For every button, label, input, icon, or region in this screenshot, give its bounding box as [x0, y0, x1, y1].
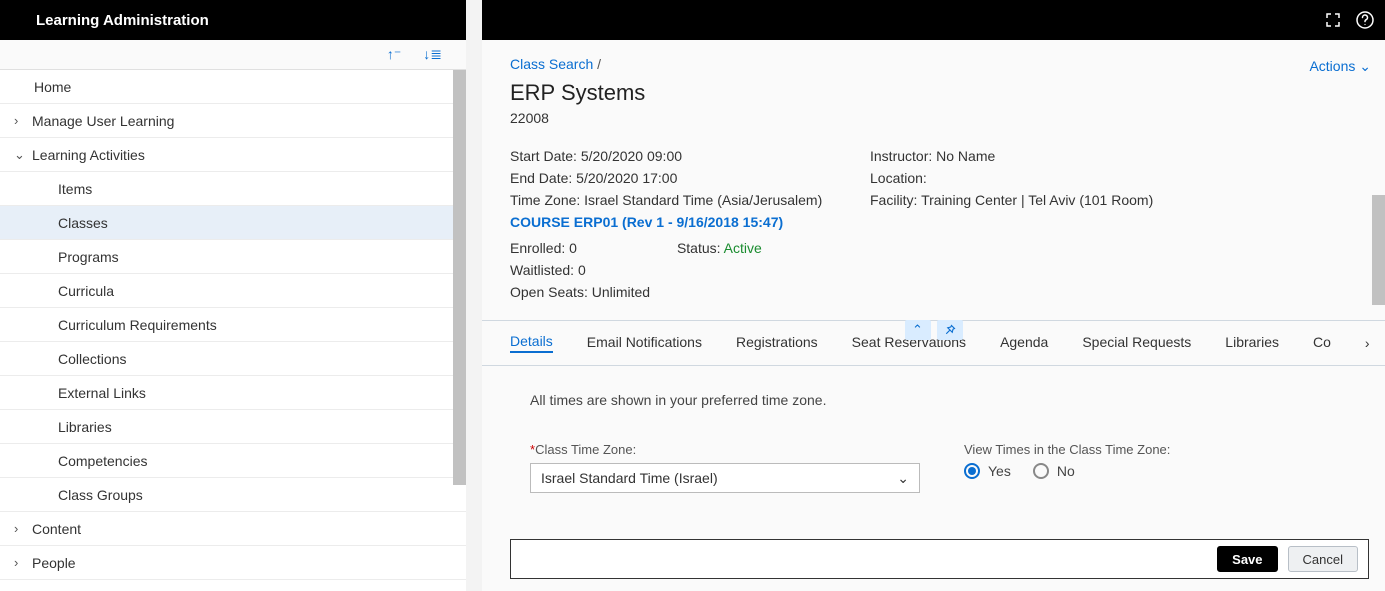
main-scrollbar-thumb[interactable] — [1372, 195, 1385, 305]
nav-curricula[interactable]: Curricula — [0, 274, 466, 308]
chevron-down-icon: ⌄ — [897, 470, 909, 487]
fullscreen-icon[interactable] — [1321, 8, 1345, 32]
chevron-right-icon: › — [14, 113, 32, 128]
actions-label: Actions — [1309, 58, 1355, 74]
nav-label: Manage User Learning — [32, 113, 174, 129]
tab-email-notifications[interactable]: Email Notifications — [587, 334, 702, 352]
nav-learning-activities[interactable]: ⌄ Learning Activities — [0, 138, 466, 172]
view-times-radio-group: Yes No — [964, 463, 1170, 479]
scrollbar-thumb[interactable] — [453, 70, 466, 485]
nav-curriculum-requirements[interactable]: Curriculum Requirements — [0, 308, 466, 342]
collapse-all-icon[interactable]: ↑⁻ — [387, 46, 401, 63]
main-panel: Class Search / Actions ⌄ ERP Systems 220… — [482, 0, 1385, 591]
save-button[interactable]: Save — [1217, 546, 1277, 572]
nav-label: Learning Activities — [32, 147, 145, 163]
header-section: Class Search / Actions ⌄ ERP Systems 220… — [482, 40, 1385, 306]
nav-label: People — [32, 555, 76, 571]
breadcrumb-sep: / — [597, 56, 601, 72]
nav-classes[interactable]: Classes — [0, 206, 466, 240]
tab-libraries[interactable]: Libraries — [1225, 334, 1279, 352]
tab-agenda[interactable]: Agenda — [1000, 334, 1048, 352]
nav-competencies[interactable]: Competencies — [0, 444, 466, 478]
details-panel: All times are shown in your preferred ti… — [482, 366, 1385, 493]
nav-external-links[interactable]: External Links — [0, 376, 466, 410]
info-start-date: Start Date: 5/20/2020 09:00 — [510, 148, 870, 164]
nav-programs[interactable]: Programs — [0, 240, 466, 274]
page-title: ERP Systems — [510, 80, 1357, 106]
tabs-container: ⌃ Details Email Notifications Registrati… — [482, 320, 1385, 366]
main-header-bar — [482, 0, 1385, 40]
breadcrumb-link-class-search[interactable]: Class Search — [510, 56, 593, 72]
class-tz-value: Israel Standard Time (Israel) — [541, 470, 718, 486]
info-status: Status: Active — [677, 240, 762, 256]
help-icon[interactable] — [1353, 8, 1377, 32]
class-tz-select[interactable]: Israel Standard Time (Israel) ⌄ — [530, 463, 920, 493]
chevron-down-icon: ⌄ — [14, 147, 32, 163]
radio-yes[interactable] — [964, 463, 980, 479]
course-link[interactable]: COURSE ERP01 (Rev 1 - 9/16/2018 15:47) — [510, 214, 870, 230]
nav-list: Home › Manage User Learning ⌄ Learning A… — [0, 70, 466, 591]
tab-details[interactable]: Details — [510, 333, 553, 353]
info-waitlisted: Waitlisted: 0 — [510, 262, 1357, 278]
info-time-zone: Time Zone: Israel Standard Time (Asia/Je… — [510, 192, 870, 208]
info-grid: Start Date: 5/20/2020 09:00 End Date: 5/… — [510, 148, 1357, 236]
nav-manage-user-learning[interactable]: › Manage User Learning — [0, 104, 466, 138]
tab-truncated[interactable]: Co — [1313, 334, 1331, 352]
view-times-label: View Times in the Class Time Zone: — [964, 442, 1170, 457]
class-tz-label: *Class Time Zone: — [530, 442, 920, 457]
page-id: 22008 — [510, 110, 1357, 126]
timezone-hint: All times are shown in your preferred ti… — [530, 392, 1337, 408]
chevron-right-icon: › — [14, 555, 32, 570]
sidebar-title: Learning Administration — [0, 0, 466, 40]
sidebar-toolbar: ↑⁻ ↓≣ — [0, 40, 466, 70]
header-pin-controls: ⌃ — [905, 320, 963, 340]
pin-icon[interactable] — [937, 320, 963, 340]
stats-row: Enrolled: 0 Status: Active — [510, 240, 1357, 262]
collapse-header-icon[interactable]: ⌃ — [905, 320, 931, 340]
tab-registrations[interactable]: Registrations — [736, 334, 818, 352]
radio-no-label: No — [1057, 463, 1075, 479]
nav-items[interactable]: Items — [0, 172, 466, 206]
info-enrolled: Enrolled: 0 — [510, 240, 577, 256]
nav-home[interactable]: Home — [0, 70, 466, 104]
info-end-date: End Date: 5/20/2020 17:00 — [510, 170, 870, 186]
tabs-scroll-right-icon[interactable]: › — [1365, 335, 1370, 351]
chevron-right-icon: › — [14, 521, 32, 536]
info-facility: Facility: Training Center | Tel Aviv (10… — [870, 192, 1357, 208]
radio-yes-label: Yes — [988, 463, 1011, 479]
expand-all-icon[interactable]: ↓≣ — [423, 46, 442, 63]
info-open-seats: Open Seats: Unlimited — [510, 284, 1357, 300]
nav-people[interactable]: › People — [0, 546, 466, 580]
left-sidebar: Learning Administration ↑⁻ ↓≣ Home › Man… — [0, 0, 466, 591]
nav-content[interactable]: › Content — [0, 512, 466, 546]
chevron-down-icon: ⌄ — [1359, 58, 1371, 74]
footer-toolbar: Save Cancel — [510, 539, 1369, 579]
nav-libraries[interactable]: Libraries — [0, 410, 466, 444]
nav-collections[interactable]: Collections — [0, 342, 466, 376]
tab-special-requests[interactable]: Special Requests — [1082, 334, 1191, 352]
actions-menu[interactable]: Actions ⌄ — [1309, 58, 1371, 75]
nav-label: Content — [32, 521, 81, 537]
breadcrumb: Class Search / — [510, 56, 1357, 72]
panel-splitter[interactable] — [466, 0, 482, 591]
nav-class-groups[interactable]: Class Groups — [0, 478, 466, 512]
cancel-button[interactable]: Cancel — [1288, 546, 1358, 572]
info-location: Location: — [870, 170, 1357, 186]
radio-no[interactable] — [1033, 463, 1049, 479]
info-instructor: Instructor: No Name — [870, 148, 1357, 164]
